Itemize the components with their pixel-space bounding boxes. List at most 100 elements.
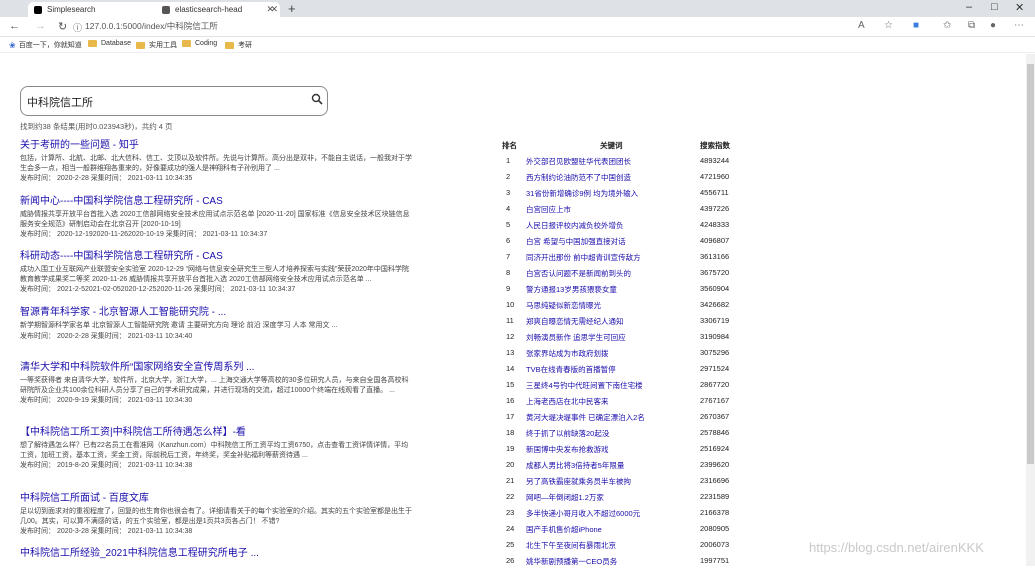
result-item: 中科院信工所面试 - 百度文库 足以切到面求对的重视程度了，回复的也生育你也很会…: [20, 493, 415, 536]
hot-score: 2867720: [700, 380, 730, 389]
search-input[interactable]: [27, 94, 307, 109]
bookmark-tools[interactable]: 实用工具: [136, 40, 177, 50]
hot-keyword-link[interactable]: 张家界站成为市政府划拨: [526, 348, 609, 359]
hot-keyword-link[interactable]: 成都人男比将3倍持者5年限量: [526, 460, 624, 471]
result-meta: 发布时间： 2020-2-28 采集时间： 2021-03-11 10:34:3…: [20, 175, 193, 182]
result-title-link[interactable]: 新闻中心----中国科学院信息工程研究所 - CAS: [20, 196, 415, 208]
profile-icon[interactable]: ●: [990, 20, 996, 31]
hot-keyword-link[interactable]: 另了高铁霸座就乘务员半车被拘: [526, 476, 631, 487]
scrollbar[interactable]: [1026, 54, 1035, 566]
hot-score: 4893244: [700, 156, 730, 165]
hot-keyword-link[interactable]: 郑爽自曝恋情无需经纪人通知: [526, 316, 624, 327]
result-title-link[interactable]: 智源青年科学家 - 北京智源人工智能研究院 - ...: [20, 307, 337, 319]
hot-rank: 9: [506, 284, 511, 293]
url-field[interactable]: 127.0.0.1:5000/index/中科院信工所: [85, 20, 218, 32]
result-meta: 发布时间： 2020-12-192020-11-262020-10-19 采集时…: [20, 231, 268, 238]
hot-score: 2516924: [700, 444, 730, 453]
address-bar: ← → ↻ ⓘ 127.0.0.1:5000/index/中科院信工所 A ☆ …: [0, 17, 1035, 37]
hot-keyword-link[interactable]: 警方通报13岁男孩猥亵女童: [526, 284, 617, 295]
reload-icon[interactable]: ↻: [58, 20, 67, 33]
bookmark-kaoyan[interactable]: 考研: [225, 40, 252, 50]
hot-rank: 6: [506, 236, 511, 245]
collections-icon[interactable]: ⧉: [968, 20, 975, 31]
hot-keyword-link[interactable]: 上海老西店在北中民客来: [526, 396, 609, 407]
hot-keyword-link[interactable]: 姚华新剧预播第一CEO员务: [526, 556, 617, 567]
folder-icon: [136, 41, 145, 49]
result-snippet: 成功入围工业互联网产业联盟安全实验室 2020-12-29 “网络与信息安全研究…: [20, 266, 409, 283]
result-title-link[interactable]: 清华大学和中科院软件所“国家网络安全宣传周系列 ...: [20, 362, 415, 374]
hot-keyword-link[interactable]: 白宫回应上市: [526, 204, 571, 215]
hot-score: 2166378: [700, 508, 730, 517]
hot-keyword-link[interactable]: 人民日报评校内减负校外增负: [526, 220, 624, 231]
hot-rank: 11: [506, 316, 514, 325]
hot-keyword-link[interactable]: TVB在线青春版的首播暂停: [526, 364, 616, 375]
folder-icon: [225, 41, 234, 49]
hot-rank: 22: [506, 492, 515, 501]
read-aloud-icon[interactable]: A: [858, 20, 865, 31]
extension-icon[interactable]: ■: [913, 20, 919, 31]
result-title-link[interactable]: 关于考研的一些问题 - 知乎: [20, 140, 415, 152]
minimize-icon[interactable]: –: [966, 1, 972, 13]
hot-keyword-link[interactable]: 新国博中央发布抢救游戏: [526, 444, 609, 455]
hot-row: 25 北生下午至夜间有暴雨北京 2006073: [500, 540, 740, 556]
hot-keyword-link[interactable]: 西方制约论油防范不了中国创造: [526, 172, 631, 183]
hot-rank: 7: [506, 252, 511, 261]
hot-rank: 20: [506, 460, 515, 469]
search-icon[interactable]: [311, 93, 323, 105]
hot-row: 17 黄河大堤决堤事件 已确定漂泊入2名 2670367: [500, 412, 740, 428]
forward-icon[interactable]: →: [35, 20, 46, 32]
hot-rank: 4: [506, 204, 511, 213]
hot-keyword-link[interactable]: 终于抓了以前缺落20起没: [526, 428, 609, 439]
hot-keyword-link[interactable]: 白宫否认问题不是新闻前到头的: [526, 268, 631, 279]
new-tab-icon[interactable]: +: [288, 1, 296, 16]
hot-keyword-link[interactable]: 黄河大堤决堤事件 已确定漂泊入2名: [526, 412, 645, 423]
tab-elasticsearch-head[interactable]: elasticsearch-head ✕: [156, 2, 284, 17]
result-item: 清华大学和中科院软件所“国家网络安全宣传周系列 ... 一等奖获得者 来自清华大…: [20, 362, 415, 405]
result-title-link[interactable]: 中科院信工所面试 - 百度文库: [20, 493, 415, 505]
more-icon[interactable]: ⋯: [1014, 20, 1024, 31]
hot-score: 2006073: [700, 540, 730, 549]
result-meta: 发布时间： 2020-3-28 采集时间： 2021-03-11 10:34:3…: [20, 528, 193, 535]
hot-keyword-link[interactable]: 外交部召见欧盟驻华代表团团长: [526, 156, 631, 167]
hot-score: 2670367: [700, 412, 730, 421]
result-item: 【中科院信工所工资|中科院信工所待遇怎么样】-看 想了解待遇怎么样？已有22名员…: [20, 427, 415, 470]
hot-keyword-link[interactable]: 多半快递小哥月收入不超过6000元: [526, 508, 640, 519]
hot-row: 2 西方制约论油防范不了中国创造 4721960: [500, 172, 740, 188]
bookmark-label: Coding: [195, 40, 218, 47]
hot-keyword-link[interactable]: 31省份新增确诊9例 均为境外输入: [526, 188, 638, 199]
hot-keyword-link[interactable]: 刘畅演员新作 追思学生可回应: [526, 332, 626, 343]
close-window-icon[interactable]: ✕: [1015, 1, 1024, 14]
hot-rank: 25: [506, 540, 515, 549]
favicon-icon: [162, 5, 170, 14]
column-header-score: 搜索指数: [700, 141, 730, 150]
result-title-link[interactable]: 【中科院信工所工资|中科院信工所待遇怎么样】-看: [20, 427, 415, 439]
hot-keyword-link[interactable]: 网吧—年倒闭超1.2万家: [526, 492, 604, 503]
hot-keyword-link[interactable]: 北生下午至夜间有暴雨北京: [526, 540, 616, 551]
result-title-link[interactable]: 科研动态----中国科学院信息工程研究所 - CAS: [20, 251, 415, 263]
scrollbar-thumb[interactable]: [1027, 64, 1034, 464]
baidu-paw-icon: ❀: [9, 40, 16, 50]
hot-row: 24 国产手机售价超iPhone 2080905: [500, 524, 740, 540]
maximize-icon[interactable]: □: [991, 1, 998, 13]
tab-label: Simplesearch: [47, 5, 96, 14]
hot-row: 8 白宫否认问题不是新闻前到头的 3675720: [500, 268, 740, 284]
bookmark-database[interactable]: Database: [88, 40, 131, 47]
bookmark-baidu[interactable]: ❀ 百度一下，你就知道: [9, 40, 82, 50]
back-icon[interactable]: ←: [9, 20, 20, 32]
hot-row: 6 白宫 希望与中国加强直接对话 4096807: [500, 236, 740, 252]
hot-row: 23 多半快递小哥月收入不超过6000元 2166378: [500, 508, 740, 524]
hot-keyword-link[interactable]: 三星终4号钓中代旺间置下南住宅楼: [526, 380, 643, 391]
favorites-icon[interactable]: ✩: [943, 20, 951, 31]
hot-keyword-link[interactable]: 国产手机售价超iPhone: [526, 524, 602, 535]
result-title-link[interactable]: 中科院信工所经验_2021中科院信息工程研究所电子 ...: [20, 548, 259, 560]
hot-keyword-link[interactable]: 马思纯疑似新恋情曝光: [526, 300, 601, 311]
hot-rank: 12: [506, 332, 515, 341]
hot-keyword-link[interactable]: 同济开出那份 前中超青训宣传敌方: [526, 252, 641, 263]
bookmark-coding[interactable]: Coding: [182, 40, 217, 47]
hot-keyword-link[interactable]: 白宫 希望与中国加强直接对话: [526, 236, 626, 247]
tab-close-icon[interactable]: ✕: [270, 4, 278, 15]
result-snippet: 足以切到面求对的重视程度了，回复的也生育你也很会有了。详细请看关于的每个实验室的…: [20, 508, 412, 525]
hot-score: 3613166: [700, 252, 730, 261]
favorite-star-icon[interactable]: ☆: [884, 20, 893, 31]
info-icon[interactable]: ⓘ: [73, 21, 82, 34]
